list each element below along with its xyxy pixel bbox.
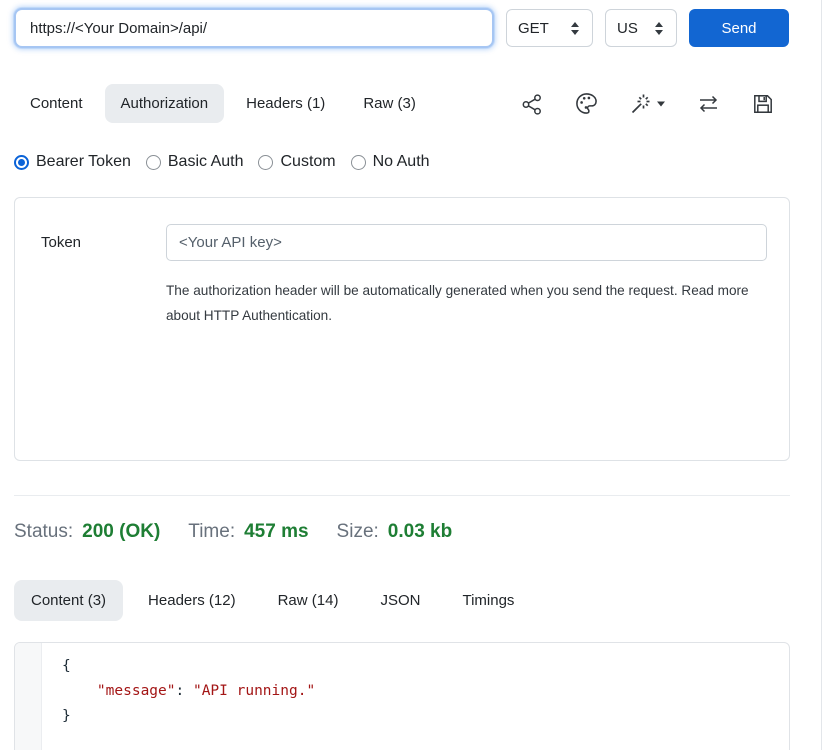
response-json-code: { "message": "API running."} — [42, 643, 789, 750]
magic-wand-button[interactable] — [629, 92, 666, 116]
save-button[interactable] — [751, 92, 775, 116]
select-updown-icon — [653, 21, 665, 36]
token-panel: Token The authorization header will be a… — [14, 197, 790, 461]
time-value: 457 ms — [244, 521, 308, 543]
tab-headers[interactable]: Headers (1) — [230, 84, 341, 123]
response-tab-timings[interactable]: Timings — [445, 580, 531, 621]
auth-option-label: Bearer Token — [36, 153, 131, 171]
status-value: 200 (OK) — [82, 521, 160, 543]
response-tab-raw[interactable]: Raw (14) — [261, 580, 356, 621]
size-label: Size: — [337, 521, 379, 543]
size-value: 0.03 kb — [388, 521, 452, 543]
response-tab-json[interactable]: JSON — [363, 580, 437, 621]
share-button[interactable] — [520, 92, 544, 116]
save-icon — [751, 92, 775, 116]
tab-raw[interactable]: Raw (3) — [347, 84, 432, 123]
response-tab-content[interactable]: Content (3) — [14, 580, 123, 621]
swap-arrows-icon — [696, 93, 721, 115]
code-line: } — [62, 704, 789, 729]
auth-option-bearer-token[interactable]: Bearer Token — [14, 153, 131, 171]
auth-type-options: Bearer Token Basic Auth Custom No Auth — [14, 153, 789, 171]
region-select[interactable]: US — [605, 9, 677, 47]
code-line: "message": "API running." — [62, 679, 789, 704]
status-group: Status: 200 (OK) — [14, 521, 160, 543]
status-label: Status: — [14, 521, 73, 543]
request-tabs: Content Authorization Headers (1) Raw (3… — [14, 84, 432, 123]
radio-unselected-icon[interactable] — [146, 155, 161, 170]
radio-unselected-icon[interactable] — [351, 155, 366, 170]
auth-option-custom[interactable]: Custom — [258, 153, 335, 171]
response-body-viewer: { "message": "API running."} — [14, 642, 790, 750]
palette-icon — [574, 91, 599, 116]
tab-authorization[interactable]: Authorization — [105, 84, 225, 123]
radio-selected-icon[interactable] — [14, 155, 29, 170]
radio-unselected-icon[interactable] — [258, 155, 273, 170]
response-tabs: Content (3) Headers (12) Raw (14) JSON T… — [14, 580, 789, 621]
share-icon — [520, 92, 544, 116]
json-key: "message" — [97, 683, 176, 699]
swap-requests-button[interactable] — [696, 93, 721, 115]
response-tab-headers[interactable]: Headers (12) — [131, 580, 253, 621]
time-group: Time: 457 ms — [188, 521, 308, 543]
token-label: Token — [41, 234, 166, 251]
request-toolbar — [520, 91, 789, 116]
json-value: "API running." — [193, 683, 315, 699]
select-updown-icon — [569, 21, 581, 36]
region-select-value: US — [617, 20, 638, 37]
token-row: Token — [41, 224, 767, 261]
code-line: { — [62, 654, 789, 679]
theme-button[interactable] — [574, 91, 599, 116]
auth-option-label: Custom — [280, 153, 335, 171]
send-button[interactable]: Send — [689, 9, 789, 47]
auth-option-basic-auth[interactable]: Basic Auth — [146, 153, 244, 171]
method-select-value: GET — [518, 20, 549, 37]
code-gutter — [15, 643, 42, 750]
time-label: Time: — [188, 521, 235, 543]
request-bar: GET US Send — [14, 8, 789, 48]
size-group: Size: 0.03 kb — [337, 521, 453, 543]
request-tabs-row: Content Authorization Headers (1) Raw (3… — [14, 84, 789, 123]
section-divider — [14, 495, 790, 496]
caret-down-icon — [656, 100, 666, 108]
auth-option-label: Basic Auth — [168, 153, 244, 171]
tab-content[interactable]: Content — [14, 84, 99, 123]
method-select[interactable]: GET — [506, 9, 593, 47]
auth-option-no-auth[interactable]: No Auth — [351, 153, 430, 171]
token-input[interactable] — [166, 224, 767, 261]
api-tester-page: GET US Send Content Authorization Header… — [0, 0, 822, 750]
magic-wand-icon — [629, 92, 653, 116]
token-help-text: The authorization header will be automat… — [166, 278, 750, 328]
auth-option-label: No Auth — [373, 153, 430, 171]
url-input[interactable] — [14, 8, 494, 48]
response-status-bar: Status: 200 (OK) Time: 457 ms Size: 0.03… — [14, 521, 789, 543]
